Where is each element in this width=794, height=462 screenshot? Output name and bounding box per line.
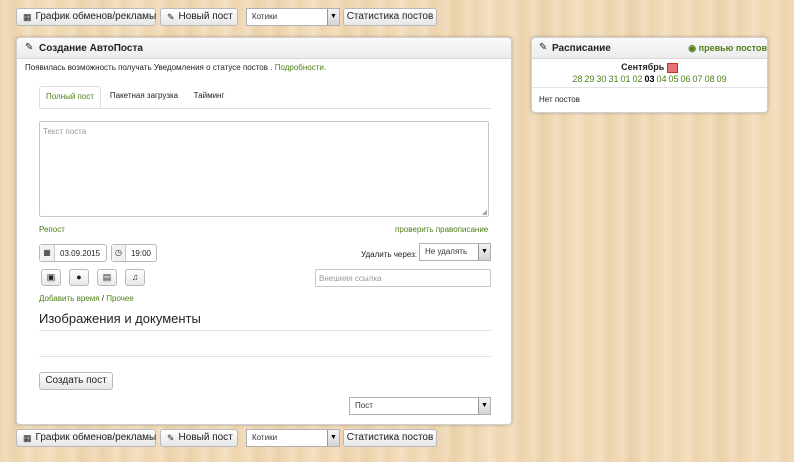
pencil-icon: ✎ bbox=[539, 42, 548, 53]
stats-button-bottom-label: Статистика постов bbox=[346, 432, 434, 443]
create-post-button-label: Создать пост bbox=[45, 375, 107, 386]
chevron-down-icon: ▼ bbox=[327, 430, 339, 446]
create-post-button[interactable]: Создать пост bbox=[39, 372, 113, 390]
schedule-button-bottom-label: График обменов/рекламы bbox=[35, 432, 157, 443]
post-type-select[interactable]: Пост ▼ bbox=[349, 397, 491, 415]
group-select-bottom[interactable]: Котики ▼ bbox=[246, 429, 340, 447]
schedule-divider bbox=[532, 87, 767, 88]
calendar-day[interactable]: 06 bbox=[681, 74, 691, 84]
time-value: 19:00 bbox=[130, 248, 151, 258]
preview-posts-label: превью постов bbox=[698, 43, 767, 53]
group-select[interactable]: Котики ▼ bbox=[246, 8, 340, 26]
other-link[interactable]: Прочее bbox=[106, 294, 134, 303]
calendar-day[interactable]: 28 bbox=[572, 74, 582, 84]
time-field[interactable]: ◷ 19:00 bbox=[111, 244, 157, 262]
calendar-day[interactable]: 02 bbox=[632, 74, 642, 84]
schedule-button-label: График обменов/рекламы bbox=[35, 11, 157, 22]
link-button[interactable]: ● bbox=[69, 269, 89, 286]
repost-link[interactable]: Репост bbox=[39, 225, 65, 234]
calendar-day[interactable]: 30 bbox=[596, 74, 606, 84]
post-text-area[interactable]: Текст поста ◢ bbox=[39, 121, 489, 217]
stats-button-bottom[interactable]: Статистика постов bbox=[343, 429, 437, 447]
tab-batch-upload[interactable]: Пакетная загрузка bbox=[109, 86, 179, 108]
film-icon: ▤ bbox=[102, 272, 112, 282]
heading-divider bbox=[39, 330, 491, 331]
month-label: Сентябрь bbox=[621, 62, 665, 72]
tab-full-post-label: Полный пост bbox=[46, 92, 94, 101]
new-post-button-bottom-label: Новый пост bbox=[178, 432, 233, 443]
date-field[interactable]: ▦ 03.09.2015 bbox=[39, 244, 107, 262]
schedule-button[interactable]: ▦ График обменов/рекламы bbox=[16, 8, 156, 26]
schedule-panel-header: ✎ Расписание ◉ превью постов bbox=[532, 38, 767, 59]
calendar-day[interactable]: 05 bbox=[669, 74, 679, 84]
notice-text: Появилась возможность получать Уведомлен… bbox=[25, 63, 326, 72]
create-panel-header: ✎ Создание АвтоПоста bbox=[17, 38, 511, 59]
images-documents-heading: Изображения и документы bbox=[39, 311, 201, 326]
resize-handle-icon[interactable]: ◢ bbox=[482, 208, 487, 216]
clock-icon: ◷ bbox=[112, 245, 126, 261]
audio-button[interactable]: ♫ bbox=[125, 269, 145, 286]
tab-timing[interactable]: Тайминг bbox=[189, 86, 229, 108]
create-post-panel: ✎ Создание АвтоПоста Появилась возможнос… bbox=[16, 37, 512, 425]
post-type-value: Пост bbox=[355, 401, 373, 410]
preview-posts-link[interactable]: ◉ превью постов bbox=[688, 43, 767, 54]
external-link-placeholder: Внешняя ссылка bbox=[319, 274, 382, 283]
notice-details-link[interactable]: Подробности. bbox=[275, 63, 326, 72]
group-select-bottom-value: Котики bbox=[252, 433, 278, 442]
calendar-day[interactable]: 31 bbox=[608, 74, 618, 84]
chevron-down-icon: ▼ bbox=[327, 9, 339, 25]
pencil-icon: ✎ bbox=[25, 42, 34, 53]
eye-icon: ◉ bbox=[688, 43, 697, 53]
schedule-title: Расписание bbox=[552, 43, 611, 54]
post-text-placeholder: Текст поста bbox=[43, 127, 87, 136]
calendar-day[interactable]: 08 bbox=[705, 74, 715, 84]
calendar-icon[interactable] bbox=[666, 62, 678, 73]
schedule-panel: ✎ Расписание ◉ превью постов Сентябрь 28… bbox=[531, 37, 768, 113]
create-panel-title: Создание АвтоПоста bbox=[39, 43, 143, 54]
stats-button-label: Статистика постов bbox=[346, 11, 434, 22]
spellcheck-link[interactable]: проверить правописание bbox=[395, 225, 488, 234]
tab-bar bbox=[39, 86, 491, 109]
image-icon: ▣ bbox=[46, 272, 56, 282]
pencil-icon: ✎ bbox=[167, 432, 175, 443]
day-strip: 28 29 30 31 01 02 03 04 05 06 07 08 09 bbox=[532, 74, 767, 84]
table-icon: ▦ bbox=[23, 432, 32, 443]
tab-timing-label: Тайминг bbox=[193, 91, 225, 100]
tab-batch-upload-label: Пакетная загрузка bbox=[109, 91, 179, 100]
extra-links: Добавить время / Прочее bbox=[39, 294, 134, 303]
calendar-day[interactable]: 03 bbox=[644, 74, 654, 84]
calendar-day[interactable]: 07 bbox=[693, 74, 703, 84]
add-time-link[interactable]: Добавить время bbox=[39, 294, 100, 303]
new-post-button-bottom[interactable]: ✎ Новый пост bbox=[160, 429, 238, 447]
extra-links-separator: / bbox=[101, 294, 105, 303]
notice-message: Появилась возможность получать Уведомлен… bbox=[25, 63, 273, 72]
calendar-day[interactable]: 09 bbox=[717, 74, 727, 84]
globe-icon: ● bbox=[76, 272, 82, 282]
pencil-icon: ✎ bbox=[167, 11, 175, 22]
date-value: 03.09.2015 bbox=[60, 248, 101, 258]
new-post-button[interactable]: ✎ Новый пост bbox=[160, 8, 238, 26]
delete-after-label: Удалить через: bbox=[361, 250, 417, 259]
schedule-button-bottom[interactable]: ▦ График обменов/рекламы bbox=[16, 429, 156, 447]
chevron-down-icon: ▼ bbox=[478, 244, 490, 260]
calendar-icon: ▦ bbox=[40, 245, 55, 261]
tab-full-post[interactable]: Полный пост bbox=[39, 86, 101, 108]
new-post-button-label: Новый пост bbox=[178, 11, 233, 22]
calendar-day[interactable]: 01 bbox=[620, 74, 630, 84]
video-button[interactable]: ▤ bbox=[97, 269, 117, 286]
table-icon: ▦ bbox=[23, 11, 32, 22]
calendar-day[interactable]: 29 bbox=[584, 74, 594, 84]
section-divider bbox=[39, 356, 491, 357]
delete-after-value: Не удалять bbox=[425, 247, 468, 256]
external-link-input[interactable]: Внешняя ссылка bbox=[315, 269, 491, 287]
chevron-down-icon: ▼ bbox=[478, 398, 490, 414]
no-posts-text: Нет постов bbox=[539, 95, 580, 104]
month-row: Сентябрь bbox=[532, 62, 767, 73]
calendar-day[interactable]: 04 bbox=[657, 74, 667, 84]
group-select-value: Котики bbox=[252, 12, 278, 21]
delete-after-select[interactable]: Не удалять ▼ bbox=[419, 243, 491, 261]
stats-button[interactable]: Статистика постов bbox=[343, 8, 437, 26]
image-button[interactable]: ▣ bbox=[41, 269, 61, 286]
music-icon: ♫ bbox=[131, 272, 139, 282]
